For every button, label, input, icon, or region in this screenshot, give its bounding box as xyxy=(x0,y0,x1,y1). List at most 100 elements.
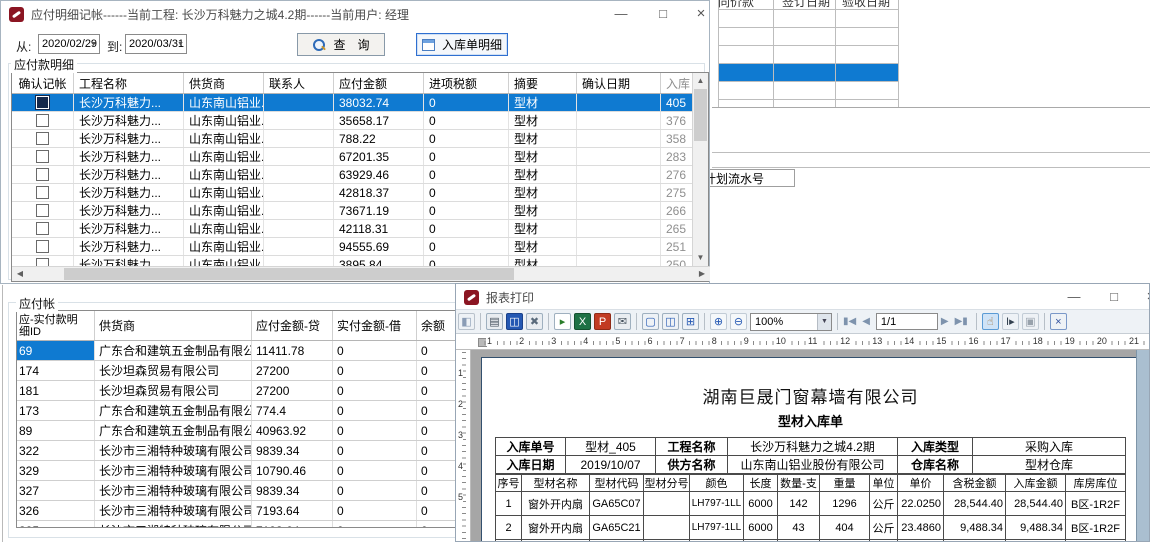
preview-scrollbar[interactable] xyxy=(1136,350,1149,541)
report-preview-area[interactable]: 12345 湖南巨晟门窗幕墙有限公司 型材入库单 入库单号型材_405工程名称长… xyxy=(456,350,1149,541)
page-number-input[interactable]: 1/1 xyxy=(876,313,938,330)
ruler-number: 9 xyxy=(743,336,750,346)
cell: 23.4860 xyxy=(898,516,944,540)
payable-account-row[interactable]: 325长沙市三湘特种玻璃有限公司7193.6400 xyxy=(17,521,456,528)
payable-detail-row[interactable]: 长沙万科魅力...山东南山铝业...788.220型材358 xyxy=(12,130,708,148)
cell: 404 xyxy=(820,516,870,540)
payable-account-row[interactable]: 329长沙市三湘特种玻璃有限公司10790.4600 xyxy=(17,461,456,481)
payable-detail-row[interactable]: 长沙万科魅力...山东南山铝业...42818.370型材275 xyxy=(12,184,708,202)
confirm-checkbox[interactable] xyxy=(36,186,49,199)
scroll-up-icon[interactable]: ▲ xyxy=(693,74,708,88)
to-date-select[interactable]: 2020/03/31 ▼ xyxy=(125,34,187,54)
search-icon xyxy=(312,38,326,52)
minimize-button[interactable]: — xyxy=(613,6,629,22)
last-page-button[interactable]: ▶▮ xyxy=(955,316,968,327)
confirm-checkbox[interactable] xyxy=(36,168,49,181)
payable-detail-row[interactable]: 长沙万科魅力...山东南山铝业...42118.310型材265 xyxy=(12,220,708,238)
payable-detail-row[interactable]: 长沙万科魅力...山东南山铝业...38032.740型材405 xyxy=(12,94,708,112)
hand-tool-button[interactable]: ☝ xyxy=(982,313,999,330)
cell: 型材 xyxy=(509,112,577,129)
query-button[interactable]: 查 询 xyxy=(297,33,385,56)
excel-icon[interactable]: X xyxy=(574,313,591,330)
confirm-checkbox[interactable] xyxy=(36,96,49,109)
cell: 275 xyxy=(661,184,693,201)
cell: 0 xyxy=(333,481,417,500)
ruler-number: 5 xyxy=(458,492,463,502)
payable-detail-row[interactable]: 长沙万科魅力...山东南山铝业...94555.690型材251 xyxy=(12,238,708,256)
confirm-checkbox[interactable] xyxy=(36,258,49,266)
cell: 27200 xyxy=(252,381,333,400)
confirm-checkbox[interactable] xyxy=(36,132,49,145)
to-date-value: 2020/03/31 xyxy=(129,38,184,50)
payable-account-row[interactable]: 173广东合和建筑五金制品有限公司774.400 xyxy=(17,401,456,421)
scrollbar-thumb[interactable] xyxy=(64,268,514,280)
payable-account-row[interactable]: 327长沙市三湘特种玻璃有限公司9839.3400 xyxy=(17,481,456,501)
mail-icon[interactable]: ✉ xyxy=(614,313,631,330)
pdf-icon[interactable]: P xyxy=(594,313,611,330)
payable-account-row[interactable]: 326长沙市三湘特种玻璃有限公司7193.6400 xyxy=(17,501,456,521)
settings-icon[interactable]: ✖ xyxy=(526,313,543,330)
confirm-checkbox[interactable] xyxy=(36,150,49,163)
payable-account-row[interactable]: 69广东合和建筑五金制品有限公司11411.7800 xyxy=(17,341,456,361)
scroll-left-icon[interactable]: ◀ xyxy=(13,267,27,281)
text-select-button[interactable]: I▸ xyxy=(1002,313,1019,330)
payable-account-row[interactable]: 322长沙市三湘特种玻璃有限公司9839.3400 xyxy=(17,441,456,461)
zoom-out-icon[interactable]: ⊖ xyxy=(730,313,747,330)
payable-detail-row[interactable]: 长沙万科魅力...山东南山铝业...3895.840型材250 xyxy=(12,256,708,266)
payable-account-row[interactable]: 174长沙坦森贸易有限公司2720000 xyxy=(17,361,456,381)
cell xyxy=(898,540,944,542)
copy-page-button[interactable]: ▣ xyxy=(1022,313,1039,330)
next-page-button[interactable]: ▶ xyxy=(941,316,949,327)
close-button[interactable]: × xyxy=(693,6,709,22)
scrollbar-thumb[interactable] xyxy=(694,89,707,141)
scroll-down-icon[interactable]: ▼ xyxy=(693,251,708,265)
prev-page-button[interactable]: ◀ xyxy=(862,316,870,327)
close-button[interactable]: × xyxy=(1143,289,1150,305)
column-header: 供货商 xyxy=(95,311,252,340)
maximize-button[interactable]: □ xyxy=(655,6,671,22)
titlebar[interactable]: 应付明细记帐------当前工程: 长沙万科魅力之城4.2期------当前用户… xyxy=(1,1,709,27)
titlebar[interactable]: 报表打印 — □ × xyxy=(456,284,1149,310)
maximize-button[interactable]: □ xyxy=(1106,289,1122,305)
first-page-button[interactable]: ▮◀ xyxy=(843,316,856,327)
close-preview-button[interactable]: × xyxy=(1050,313,1067,330)
confirm-checkbox[interactable] xyxy=(36,114,49,127)
whole-page-icon[interactable]: ▢ xyxy=(642,313,659,330)
confirm-checkbox[interactable] xyxy=(36,222,49,235)
multi-page-icon[interactable]: ⊞ xyxy=(682,313,699,330)
payable-detail-row[interactable]: 长沙万科魅力...山东南山铝业...35658.170型材376 xyxy=(12,112,708,130)
report-toolbar: ◧▤◫✖▸XP✉▢◫⊞⊕⊖100%▼▮◀◀1/1▶▶▮☝I▸▣× xyxy=(456,309,1149,334)
zoom-in-icon[interactable]: ⊕ xyxy=(710,313,727,330)
cell: 0 xyxy=(333,401,417,420)
design-icon[interactable]: ◧ xyxy=(458,313,475,330)
confirm-checkbox[interactable] xyxy=(36,204,49,217)
book-preview-icon[interactable]: ◫ xyxy=(506,313,523,330)
window-edge xyxy=(2,285,3,542)
payable-account-row[interactable]: 89广东合和建筑五金制品有限公司40963.9200 xyxy=(17,421,456,441)
cell: 142 xyxy=(778,492,820,516)
confirm-checkbox[interactable] xyxy=(36,240,49,253)
bg-selected-row[interactable] xyxy=(719,63,898,81)
payable-detail-row[interactable]: 长沙万科魅力...山东南山铝业...63929.460型材276 xyxy=(12,166,708,184)
minimize-button[interactable]: — xyxy=(1066,289,1082,305)
zoom-select[interactable]: 100%▼ xyxy=(750,313,832,331)
scroll-right-icon[interactable]: ▶ xyxy=(695,267,709,281)
vertical-scrollbar[interactable]: ▲ ▼ xyxy=(692,73,708,266)
print-icon[interactable]: ▤ xyxy=(486,313,503,330)
export-icon[interactable]: ▸ xyxy=(554,313,571,330)
payable-account-row[interactable]: 181长沙坦森贸易有限公司2720000 xyxy=(17,381,456,401)
page-width-icon[interactable]: ◫ xyxy=(662,313,679,330)
toolbar-separator xyxy=(704,313,705,330)
cell: 7193.64 xyxy=(252,521,333,528)
payable-detail-row[interactable]: 长沙万科魅力...山东南山铝业...73671.190型材266 xyxy=(12,202,708,220)
horizontal-scrollbar[interactable]: ◀ ▶ xyxy=(12,266,710,281)
from-date-select[interactable]: 2020/02/29 ▼ xyxy=(38,34,100,54)
payable-detail-row[interactable]: 长沙万科魅力...山东南山铝业...67201.350型材283 xyxy=(12,148,708,166)
cell xyxy=(590,540,644,542)
cell: 67201.35 xyxy=(334,148,424,165)
cell: 长沙万科魅力... xyxy=(74,112,184,129)
chevron-down-icon[interactable]: ▼ xyxy=(817,314,831,330)
inbound-detail-button[interactable]: 入库单明细 xyxy=(416,33,508,56)
cell: B区-1R2F xyxy=(1066,516,1126,540)
cell: 长沙市三湘特种玻璃有限公司 xyxy=(95,521,252,528)
